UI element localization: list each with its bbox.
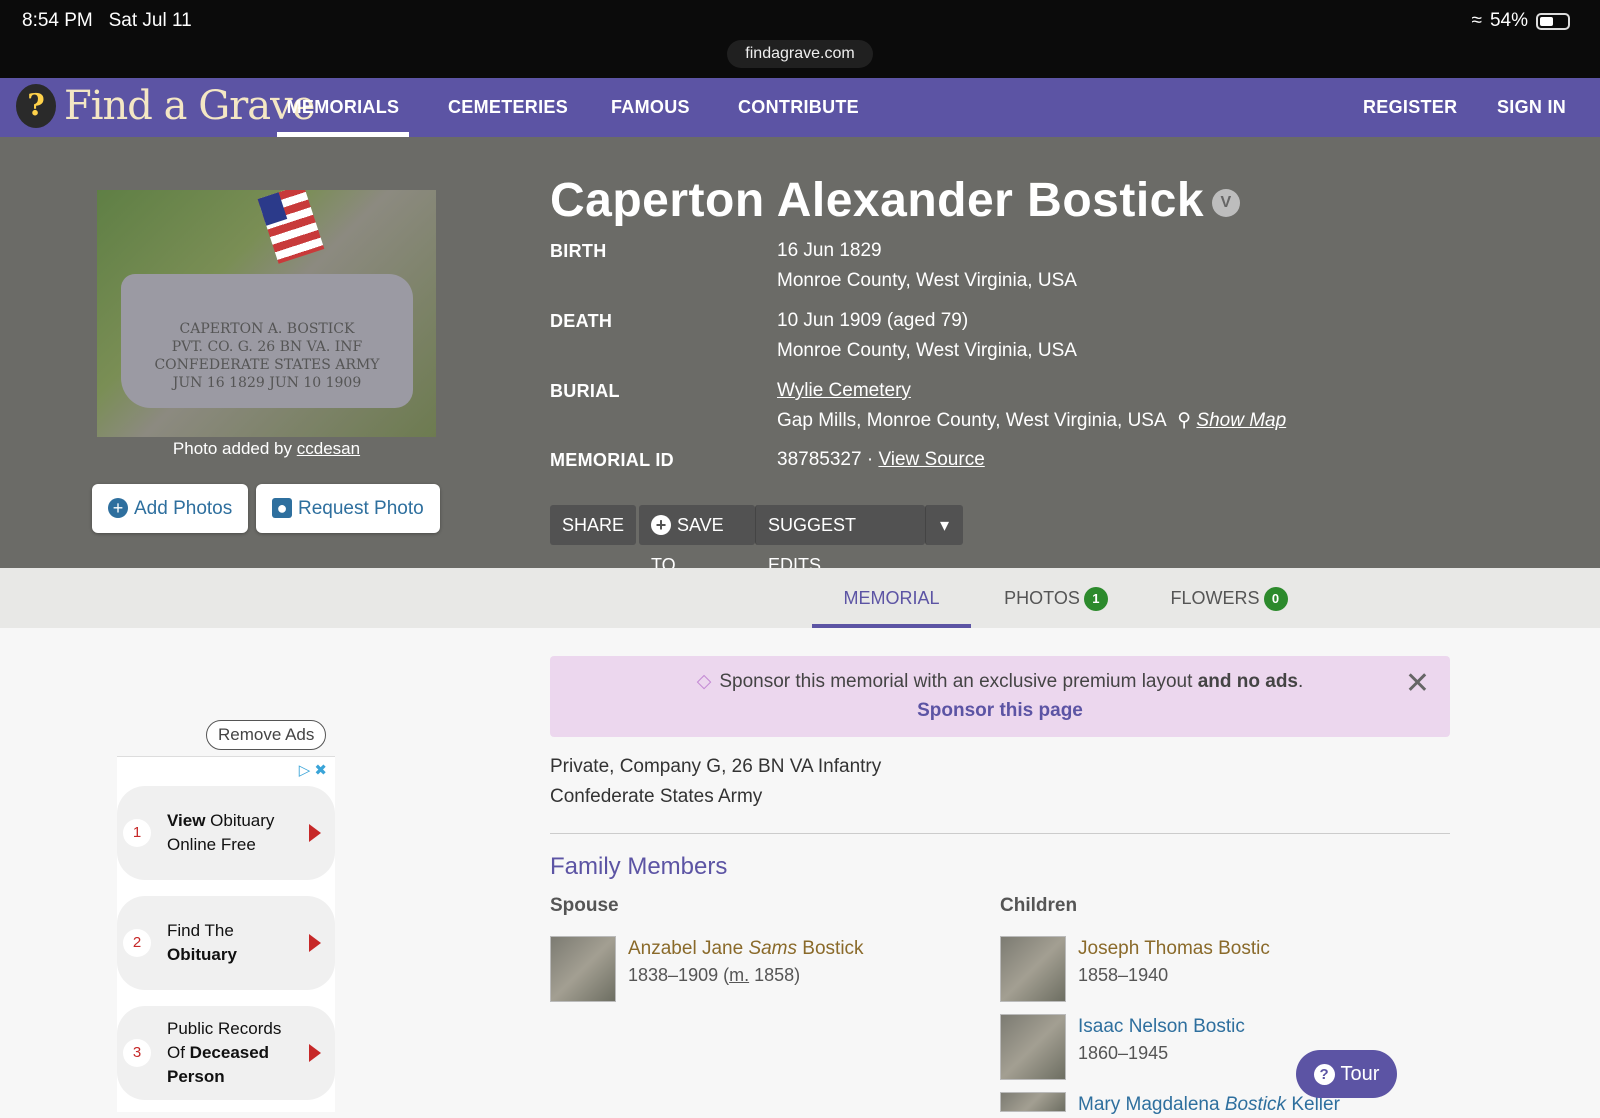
battery-percent: 54% bbox=[1489, 10, 1528, 31]
ad-item[interactable]: 2 Find The Obituary bbox=[117, 896, 335, 990]
wifi-icon: ≈ bbox=[1471, 10, 1482, 31]
ad-unit: ▷ ✖ 1 View Obituary Online Free 2 Find T… bbox=[117, 756, 335, 1112]
child-name[interactable]: Mary Magdalena Bostick Keller bbox=[1078, 1092, 1340, 1118]
arrow-right-icon bbox=[309, 934, 321, 952]
remove-ads-button[interactable]: Remove Ads bbox=[206, 720, 327, 750]
spouse-heading: Spouse bbox=[550, 895, 619, 916]
diamond-icon: ◇ bbox=[696, 671, 712, 692]
logo-icon: ? bbox=[16, 84, 56, 128]
chevron-down-icon[interactable]: ▾ bbox=[925, 505, 963, 545]
ad-item[interactable]: 1 View Obituary Online Free bbox=[117, 786, 335, 880]
photos-count-badge: 1 bbox=[1083, 587, 1108, 612]
tab-flowers[interactable]: FLOWERS 0 bbox=[1167, 568, 1291, 628]
photo-credit-user[interactable]: ccdesan bbox=[297, 439, 360, 458]
person-thumbnail bbox=[1000, 1014, 1066, 1080]
death-label: DEATH bbox=[550, 311, 613, 331]
death-value: 10 Jun 1909 (aged 79) Monroe County, Wes… bbox=[777, 310, 1077, 361]
tab-memorial[interactable]: MEMORIAL bbox=[812, 568, 971, 628]
plus-circle-icon: + bbox=[108, 498, 128, 518]
child-dates: 1858–1940 bbox=[1078, 965, 1169, 985]
help-icon: ? bbox=[1313, 1064, 1335, 1086]
burial-label: BURIAL bbox=[550, 381, 620, 401]
share-button[interactable]: SHARE bbox=[550, 505, 637, 545]
add-photos-button[interactable]: + Add Photos bbox=[92, 484, 249, 533]
suggest-edits-button[interactable]: SUGGEST EDITS bbox=[755, 505, 925, 575]
ad-item[interactable]: 3 Public Records Of Deceased Person bbox=[117, 1006, 335, 1100]
sponsor-banner: ◇ Sponsor this memorial with an exclusive… bbox=[550, 656, 1450, 737]
spouse-item[interactable]: Anzabel Jane Sams Bostick 1838–1909 (m. … bbox=[550, 936, 864, 1002]
ad-number: 3 bbox=[123, 1039, 151, 1067]
child-item[interactable]: Isaac Nelson Bostic 1860–1945 bbox=[1000, 1014, 1245, 1080]
request-photo-button[interactable]: ● Request Photo bbox=[256, 484, 440, 533]
nav-contribute[interactable]: CONTRIBUTE bbox=[738, 78, 859, 137]
child-item[interactable]: Joseph Thomas Bostic 1858–1940 bbox=[1000, 936, 1270, 1002]
ad-text: Find The Obituary bbox=[167, 921, 237, 964]
cemetery-link[interactable]: Wylie Cemetery bbox=[777, 380, 911, 401]
register-link[interactable]: REGISTER bbox=[1363, 78, 1457, 137]
status-right: ≈ 54% bbox=[1472, 10, 1570, 32]
flowers-count-badge: 0 bbox=[1263, 587, 1288, 612]
ad-text: View Obituary Online Free bbox=[167, 811, 275, 854]
grave-photo[interactable]: CAPERTON A. BOSTICK PVT. CO. G. 26 BN VA… bbox=[97, 190, 436, 437]
child-dates: 1860–1945 bbox=[1078, 1043, 1169, 1063]
headstone-image: CAPERTON A. BOSTICK PVT. CO. G. 26 BN VA… bbox=[121, 274, 413, 408]
site-logo[interactable]: ? Find a Grave bbox=[16, 83, 315, 129]
close-icon[interactable]: ✕ bbox=[1405, 666, 1430, 701]
ad-number: 2 bbox=[123, 929, 151, 957]
person-thumbnail bbox=[1000, 936, 1066, 1002]
tab-photos[interactable]: PHOTOS 1 bbox=[996, 568, 1116, 628]
arrow-right-icon bbox=[309, 824, 321, 842]
tour-button[interactable]: ? Tour bbox=[1296, 1050, 1397, 1098]
child-item[interactable]: Mary Magdalena Bostick Keller bbox=[1000, 1092, 1340, 1118]
ad-text: Public Records Of Deceased Person bbox=[167, 1019, 282, 1086]
burial-value: Wylie Cemetery Gap Mills, Monroe County,… bbox=[777, 380, 1287, 431]
memorial-header: CAPERTON A. BOSTICK PVT. CO. G. 26 BN VA… bbox=[0, 137, 1600, 575]
memorial-bio: Private, Company G, 26 BN VA Infantry Co… bbox=[550, 756, 882, 807]
map-pin-icon: ⚲ bbox=[1177, 410, 1192, 431]
spouse-dates: 1838–1909 (m. 1858) bbox=[628, 965, 801, 985]
verified-badge[interactable]: V bbox=[1212, 189, 1241, 218]
birth-label: BIRTH bbox=[550, 241, 607, 261]
children-heading: Children bbox=[1000, 895, 1078, 916]
view-source-link[interactable]: View Source bbox=[878, 449, 984, 470]
plus-circle-icon: + bbox=[651, 515, 671, 535]
photo-credit: Photo added by ccdesan bbox=[172, 439, 361, 458]
child-name[interactable]: Isaac Nelson Bostic bbox=[1078, 1014, 1245, 1040]
memorial-name: Caperton Alexander Bostick V bbox=[550, 173, 1241, 228]
nav-famous[interactable]: FAMOUS bbox=[611, 78, 690, 137]
site-nav: ? Find a Grave MEMORIALS CEMETERIES FAMO… bbox=[0, 78, 1600, 137]
sponsor-text: ◇ Sponsor this memorial with an exclusive… bbox=[696, 671, 1304, 692]
ad-choices-icon[interactable]: ▷ ✖ bbox=[299, 761, 327, 779]
url-bar[interactable]: findagrave.com bbox=[727, 40, 873, 68]
flag-image bbox=[257, 190, 325, 264]
birth-value: 16 Jun 1829 Monroe County, West Virginia… bbox=[777, 240, 1077, 291]
save-to-button[interactable]: + SAVE TO bbox=[639, 505, 755, 575]
family-members-heading: Family Members bbox=[550, 853, 728, 880]
nav-cemeteries[interactable]: CEMETERIES bbox=[448, 78, 568, 137]
spouse-name[interactable]: Anzabel Jane Sams Bostick bbox=[628, 936, 864, 962]
sign-in-link[interactable]: SIGN IN bbox=[1497, 78, 1566, 137]
memorial-tabs: MEMORIAL PHOTOS 1 FLOWERS 0 bbox=[0, 568, 1600, 628]
memorial-id-label: MEMORIAL ID bbox=[550, 450, 674, 470]
person-thumbnail bbox=[1000, 1092, 1066, 1112]
camera-icon: ● bbox=[272, 498, 292, 518]
sponsor-page-link[interactable]: Sponsor this page bbox=[550, 700, 1450, 722]
nav-memorials[interactable]: MEMORIALS bbox=[277, 78, 409, 137]
battery-icon bbox=[1536, 12, 1570, 30]
person-thumbnail bbox=[550, 936, 616, 1002]
divider bbox=[550, 833, 1450, 834]
memorial-id-value: 38785327 · View Source bbox=[777, 449, 985, 470]
ad-number: 1 bbox=[123, 819, 151, 847]
show-map-link[interactable]: Show Map bbox=[1196, 410, 1286, 431]
child-name[interactable]: Joseph Thomas Bostic bbox=[1078, 936, 1270, 962]
arrow-right-icon bbox=[309, 1044, 321, 1062]
status-time: 8:54 PM Sat Jul 11 bbox=[22, 10, 192, 31]
status-bar: 8:54 PM Sat Jul 11 ≈ 54% findagrave.com bbox=[0, 0, 1600, 78]
